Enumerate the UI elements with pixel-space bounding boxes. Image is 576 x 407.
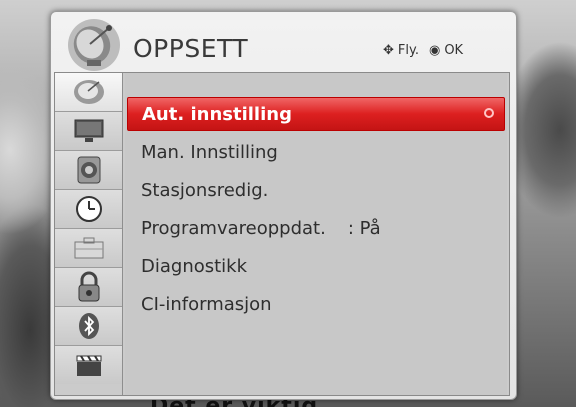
clock-icon: [75, 196, 102, 222]
menu-content: Aut. innstilling Man. Innstilling Stasjo…: [54, 72, 510, 396]
menu-item-channel-edit[interactable]: Stasjonsredig.: [127, 173, 505, 207]
menu-item-label: Programvareoppdat.: [141, 217, 326, 239]
tab-time[interactable]: [55, 190, 122, 229]
ok-hint-label: OK: [444, 43, 464, 58]
satellite-dish-icon: [68, 19, 120, 71]
speaker-icon: [77, 156, 100, 184]
menu-item-software-update[interactable]: Programvareoppdat. : På: [127, 211, 505, 245]
toolbox-icon: [74, 237, 103, 259]
menu-item-label: CI-informasjon: [141, 293, 272, 315]
menu-header: OPPSETT ✥ Fly. ◉ OK: [51, 12, 516, 72]
satellite-dish-icon: [73, 80, 104, 104]
tab-channel[interactable]: [55, 73, 122, 112]
tab-audio[interactable]: [55, 151, 122, 190]
enter-icon: [484, 108, 494, 118]
tab-picture[interactable]: [55, 112, 122, 151]
menu-item-label: Aut. innstilling: [142, 103, 292, 125]
menu-item-label: Man. Innstilling: [141, 141, 278, 163]
ok-circle-icon: ◉: [428, 43, 441, 58]
bluetooth-icon: [78, 313, 99, 339]
menu-item-diagnostics[interactable]: Diagnostikk: [127, 249, 505, 283]
menu-item-auto-tuning[interactable]: Aut. innstilling: [127, 97, 505, 131]
tab-divider: [122, 73, 123, 395]
navigation-hint: ✥ Fly. ◉ OK: [383, 43, 463, 58]
tab-options[interactable]: [55, 229, 122, 268]
tab-media[interactable]: [55, 346, 122, 384]
menu-item-value: : På: [347, 217, 381, 239]
menu-item-ci-info[interactable]: CI-informasjon: [127, 287, 505, 321]
setup-menu-panel: OPPSETT ✥ Fly. ◉ OK Aut. innstilling Man…: [50, 11, 517, 400]
monitor-icon: [74, 119, 103, 142]
category-tabs: [55, 73, 122, 395]
tab-lock[interactable]: [55, 268, 122, 307]
page-title: OPPSETT: [133, 34, 249, 63]
menu-item-label: Stasjonsredig.: [141, 179, 269, 201]
menu-item-label: Diagnostikk: [141, 255, 248, 277]
settings-list: Aut. innstilling Man. Innstilling Stasjo…: [125, 73, 507, 395]
clapperboard-icon: [76, 355, 101, 376]
tab-bluetooth[interactable]: [55, 307, 122, 346]
lock-icon: [78, 271, 99, 302]
nav-hint-label: Fly.: [397, 43, 419, 58]
menu-item-manual-tuning[interactable]: Man. Innstilling: [127, 135, 505, 169]
arrows-icon: ✥: [383, 43, 394, 58]
